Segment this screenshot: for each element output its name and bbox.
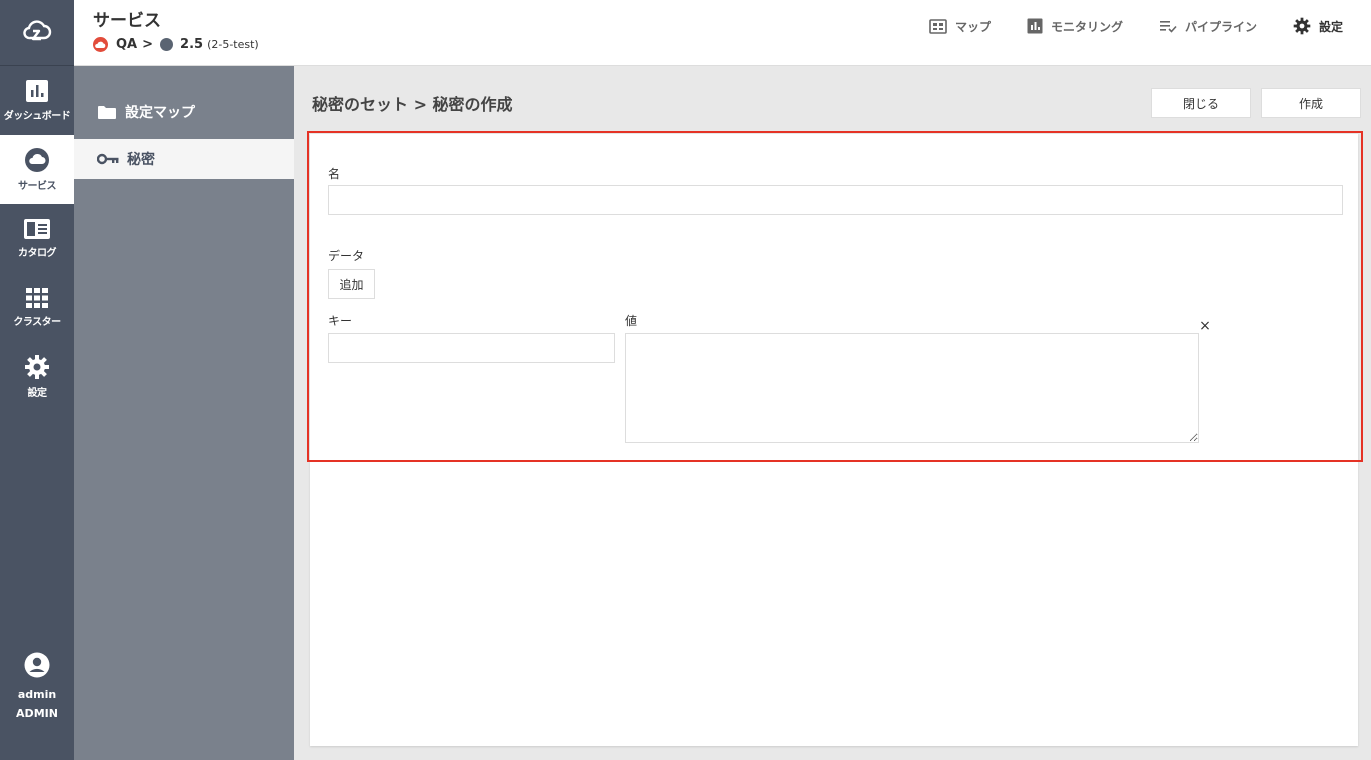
nav-settings[interactable]: 設定	[1293, 17, 1343, 35]
book-icon	[24, 219, 50, 239]
gear-icon	[25, 355, 49, 379]
secondary-sidebar: 設定マップ 秘密	[74, 66, 294, 760]
app-logo[interactable]	[0, 0, 74, 66]
cloud-icon	[25, 148, 49, 172]
key-icon	[97, 153, 119, 165]
breadcrumb-version[interactable]: 2.5	[180, 37, 203, 52]
sidebar-item-label: 設定マップ	[125, 105, 195, 121]
key-label: キー	[328, 314, 353, 328]
value-label: 値	[625, 314, 638, 328]
breadcrumb-separator: >	[142, 37, 154, 52]
add-button[interactable]: 追加	[328, 269, 375, 299]
avatar-icon	[24, 652, 50, 678]
data-label: データ	[328, 249, 365, 263]
breadcrumb: QA > 2.5 (2-5-test)	[93, 37, 259, 52]
main-content: 秘密のセット > 秘密の作成 閉じる 作成 名 データ 追加 キー 値 ×	[294, 66, 1371, 760]
secret-form-card: 名 データ 追加 キー 値 ×	[310, 134, 1358, 746]
close-button[interactable]: 閉じる	[1151, 88, 1251, 118]
rail-item-services[interactable]: サービス	[0, 135, 74, 204]
key-input[interactable]	[328, 333, 615, 363]
user-menu[interactable]: admin ADMIN	[0, 652, 74, 720]
close-icon: ×	[1199, 318, 1211, 334]
header-nav: マップ モニタリング パイプライン 設定	[893, 17, 1343, 35]
name-label: 名	[328, 167, 341, 181]
pipeline-icon	[1159, 21, 1177, 33]
grid-icon	[26, 288, 48, 308]
nav-monitoring-label: モニタリング	[1050, 19, 1123, 34]
gear-icon	[1293, 17, 1311, 35]
rail-item-catalog[interactable]: カタログ	[0, 204, 74, 273]
monitoring-icon	[1027, 18, 1043, 34]
nav-pipeline-label: パイプライン	[1184, 19, 1257, 34]
rail-item-dashboard[interactable]: ダッシュボード	[0, 66, 74, 135]
nav-pipeline[interactable]: パイプライン	[1159, 18, 1257, 35]
rail-label: クラスター	[13, 317, 61, 328]
rail-label: 設定	[27, 388, 48, 399]
value-textarea[interactable]	[625, 333, 1199, 443]
nav-map[interactable]: マップ	[929, 18, 991, 35]
page-header-title: サービス	[93, 11, 161, 31]
chart-bars-icon	[26, 80, 48, 102]
nav-settings-label: 設定	[1318, 19, 1343, 34]
create-button[interactable]: 作成	[1261, 88, 1361, 118]
map-icon	[929, 18, 947, 34]
top-header: サービス QA > 2.5 (2-5-test) マップ モニタリング パイプラ…	[74, 0, 1371, 66]
nav-map-label: マップ	[954, 19, 991, 34]
remove-entry-button[interactable]: ×	[1198, 319, 1212, 333]
user-role: ADMIN	[16, 707, 58, 720]
user-name: admin	[17, 688, 57, 701]
rail-label: サービス	[18, 181, 57, 192]
project-cloud-icon	[93, 37, 108, 52]
sidebar-item-config-maps[interactable]: 設定マップ	[74, 92, 294, 132]
cloud-logo-icon	[23, 19, 52, 40]
nav-monitoring[interactable]: モニタリング	[1027, 18, 1123, 35]
breadcrumb-project[interactable]: QA	[116, 37, 137, 52]
rail-label: カタログ	[18, 248, 57, 259]
rail-item-settings[interactable]: 設定	[0, 342, 74, 411]
rail-item-clusters[interactable]: クラスター	[0, 273, 74, 342]
sidebar-item-secrets[interactable]: 秘密	[74, 139, 294, 179]
version-icon	[160, 38, 174, 51]
breadcrumb-version-sub: (2-5-test)	[207, 38, 259, 51]
page-title: 秘密のセット > 秘密の作成	[312, 95, 513, 114]
left-rail: ダッシュボード サービス カタログ クラスター 設定 admin ADMIN	[0, 0, 74, 760]
rail-label: ダッシュボード	[3, 111, 71, 122]
folder-icon	[98, 106, 116, 119]
sidebar-item-label: 秘密	[127, 152, 155, 168]
name-input[interactable]	[328, 185, 1343, 215]
